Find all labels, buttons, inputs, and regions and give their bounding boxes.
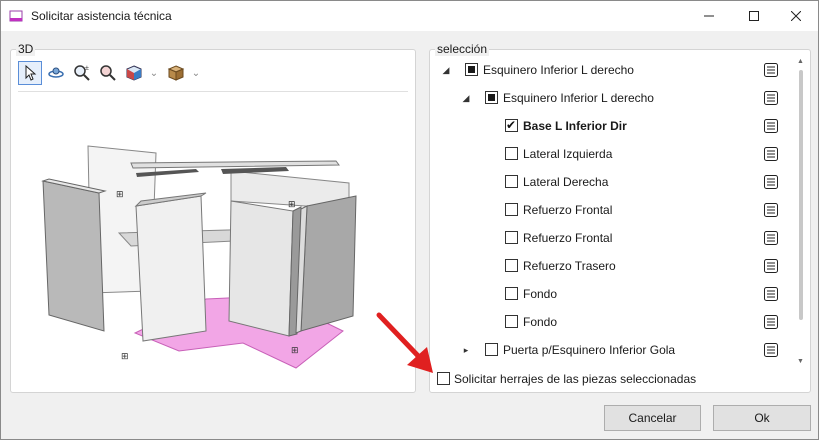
tree-scrollbar[interactable]: ▲ ▼ [797,56,804,374]
menu-icon[interactable] [764,231,778,245]
menu-icon[interactable] [764,203,778,217]
tree-row[interactable]: ▸ Puerta p/Esquinero Inferior Gola [431,336,797,364]
hinge-icon: ⊞ [121,351,129,361]
tree-row-checkbox[interactable] [505,118,518,132]
window-title: Solicitar asistencia técnica [31,9,172,23]
tree-row-label: Esquinero Inferior L derecho [503,91,654,105]
view-cube-icon [126,65,142,81]
zoom-icon [100,65,116,81]
hinge-icon: ⊞ [288,199,296,209]
zoom-extents-button[interactable]: ± [70,61,94,85]
close-icon [791,11,801,21]
chevron-down-icon[interactable]: ⌄ [148,68,160,79]
side-panel [300,195,357,332]
cabinet-3d-viewport[interactable]: ⊞ ⊞ ⊞ ⊞ [31,131,371,371]
menu-icon[interactable] [764,343,778,357]
tree-row-label: Refuerzo Frontal [523,203,613,217]
tree-row-checkbox[interactable] [485,91,498,104]
tree-row-checkbox[interactable] [505,203,518,216]
chevron-down-icon[interactable]: ⌄ [190,68,202,79]
request-hardware-label: Solicitar herrajes de las piezas selecci… [454,372,697,386]
collapse-icon[interactable]: ◢ [461,93,471,103]
scroll-up-icon[interactable]: ▲ [797,58,804,65]
tree-row-checkbox[interactable] [505,315,518,328]
tree-row[interactable]: Refuerzo Frontal [431,196,797,224]
selection-label: selección [435,42,490,56]
maximize-button[interactable] [732,1,776,31]
tree-row-label: Fondo [523,315,558,329]
orbit-tool-button[interactable] [44,61,68,85]
hinge-icon: ⊞ [291,345,299,355]
maximize-icon [749,11,759,21]
scroll-down-icon[interactable]: ▼ [797,358,804,365]
tree-row-checkbox[interactable] [465,63,478,76]
zoom-button[interactable] [96,61,120,85]
box-icon [167,65,185,81]
view3d-toolbar: ± ⌄ ⌄ [18,60,206,86]
menu-icon[interactable] [764,147,778,161]
menu-icon[interactable] [764,63,778,77]
top-rail [130,160,340,169]
tree-row-checkbox[interactable] [505,231,518,244]
scrollbar-thumb[interactable] [799,70,803,320]
zoom-extents-icon: ± [74,65,90,81]
expand-icon[interactable]: ▸ [461,345,471,355]
tree-row-checkbox[interactable] [505,175,518,188]
cancel-button[interactable]: Cancelar [604,405,701,431]
menu-icon[interactable] [764,315,778,329]
menu-icon[interactable] [764,259,778,273]
dialog-window: Solicitar asistencia técnica 3D ± ⌄ ⌄ ⊞ … [0,0,819,440]
tree-row-label: Refuerzo Trasero [523,259,616,273]
tree-row-label: Base L Inferior Dir [523,119,627,133]
tree-row-label: Fondo [523,287,558,301]
side-panel [42,180,105,332]
cursor-icon [25,65,37,81]
box-tool-button[interactable] [164,61,188,85]
view-cube-button[interactable] [122,61,146,85]
tree-row-label: Lateral Derecha [523,175,609,189]
toolbar-divider [18,91,408,92]
tree-row-label: Lateral Izquierda [523,147,613,161]
door-panel [135,195,207,342]
tree-row[interactable]: Refuerzo Trasero [431,252,797,280]
tree-row-checkbox[interactable] [505,287,518,300]
tree-row-label: Refuerzo Frontal [523,231,613,245]
select-tool-button[interactable] [18,61,42,85]
svg-text:±: ± [85,65,89,72]
selection-tree: ◢ Esquinero Inferior L derecho ◢ Esquinero … [431,56,797,374]
hinge-icon: ⊞ [116,189,124,199]
orbit-icon [48,67,64,78]
tree-row[interactable]: Refuerzo Frontal [431,224,797,252]
tree-row[interactable]: Lateral Izquierda [431,140,797,168]
menu-icon[interactable] [764,91,778,105]
door-panel [228,200,294,337]
minimize-icon [704,15,714,17]
tree-row[interactable]: Base L Inferior Dir [431,112,797,140]
collapse-icon[interactable]: ◢ [441,65,451,75]
red-arrow-icon [376,312,433,373]
tree-row[interactable]: ◢ Esquinero Inferior L derecho [431,56,797,84]
tree-row[interactable]: Fondo [431,280,797,308]
menu-icon[interactable] [764,119,778,133]
tree-row[interactable]: Fondo [431,308,797,336]
app-icon [9,10,23,22]
view3d-label: 3D [16,42,36,56]
title-bar: Solicitar asistencia técnica [1,1,818,31]
tree-row-checkbox[interactable] [505,259,518,272]
close-button[interactable] [774,1,818,31]
ok-button[interactable]: Ok [713,405,811,431]
tree-row[interactable]: Lateral Derecha [431,168,797,196]
minimize-button[interactable] [687,1,731,31]
tree-row-label: Esquinero Inferior L derecho [483,63,634,77]
tree-row-checkbox[interactable] [485,343,498,356]
tree-row-checkbox[interactable] [505,147,518,160]
menu-icon[interactable] [764,175,778,189]
menu-icon[interactable] [764,287,778,301]
tree-row-label: Puerta p/Esquinero Inferior Gola [503,343,676,357]
tree-row[interactable]: ◢ Esquinero Inferior L derecho [431,84,797,112]
